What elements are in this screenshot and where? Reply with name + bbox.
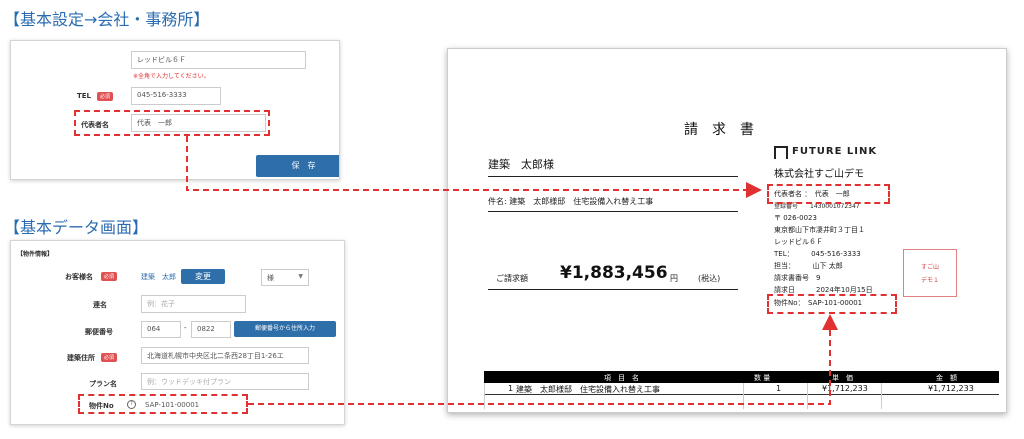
representative-arrow-icon <box>186 136 762 198</box>
property-no-arrow-icon <box>248 314 838 405</box>
callout-arrows <box>186 136 838 405</box>
